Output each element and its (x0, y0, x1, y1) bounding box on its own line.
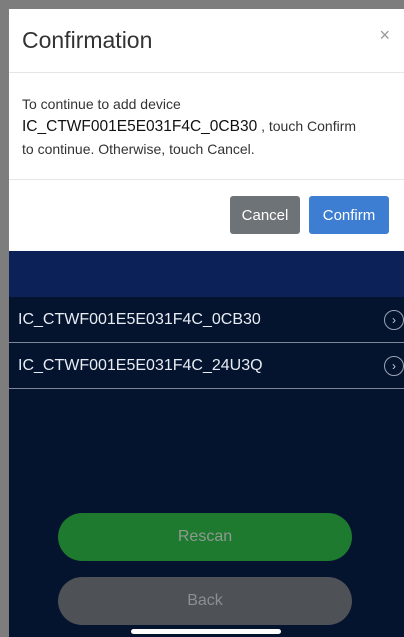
dialog-header: Confirmation × (9, 9, 404, 73)
chevron-right-circle-icon[interactable]: › (384, 356, 404, 376)
back-button[interactable]: Back (58, 577, 352, 625)
device-list-item[interactable]: IC_CTWF001E5E031F4C_0CB30 › (9, 297, 404, 343)
phone-screen: Confirmation × To continue to add device… (9, 9, 404, 637)
device-list: IC_CTWF001E5E031F4C_0CB30 › IC_CTWF001E5… (9, 297, 404, 389)
message-line-2: IC_CTWF001E5E031F4C_0CB30 , touch Confir… (22, 115, 392, 138)
message-line-3: to continue. Otherwise, touch Cancel. (22, 141, 255, 157)
dialog-footer: Cancel Confirm (9, 179, 404, 252)
confirmation-dialog: Confirmation × To continue to add device… (9, 9, 404, 251)
confirm-button[interactable]: Confirm (309, 196, 389, 234)
device-name: IC_CTWF001E5E031F4C_24U3Q (18, 357, 263, 374)
device-list-item[interactable]: IC_CTWF001E5E031F4C_24U3Q › (9, 343, 404, 389)
cancel-button[interactable]: Cancel (230, 196, 300, 234)
message-suffix: , touch Confirm (261, 118, 357, 134)
device-id: IC_CTWF001E5E031F4C_0CB30 (22, 118, 258, 135)
home-indicator[interactable] (131, 629, 281, 634)
dialog-message: To continue to add device IC_CTWF001E5E0… (22, 93, 392, 160)
close-icon[interactable]: × (379, 25, 390, 46)
device-name: IC_CTWF001E5E031F4C_0CB30 (18, 311, 261, 328)
message-line-1: To continue to add device (22, 96, 181, 112)
header-bar (9, 251, 404, 297)
chevron-right-circle-icon[interactable]: › (384, 310, 404, 330)
rescan-button[interactable]: Rescan (58, 513, 352, 561)
dialog-title: Confirmation (22, 27, 153, 53)
